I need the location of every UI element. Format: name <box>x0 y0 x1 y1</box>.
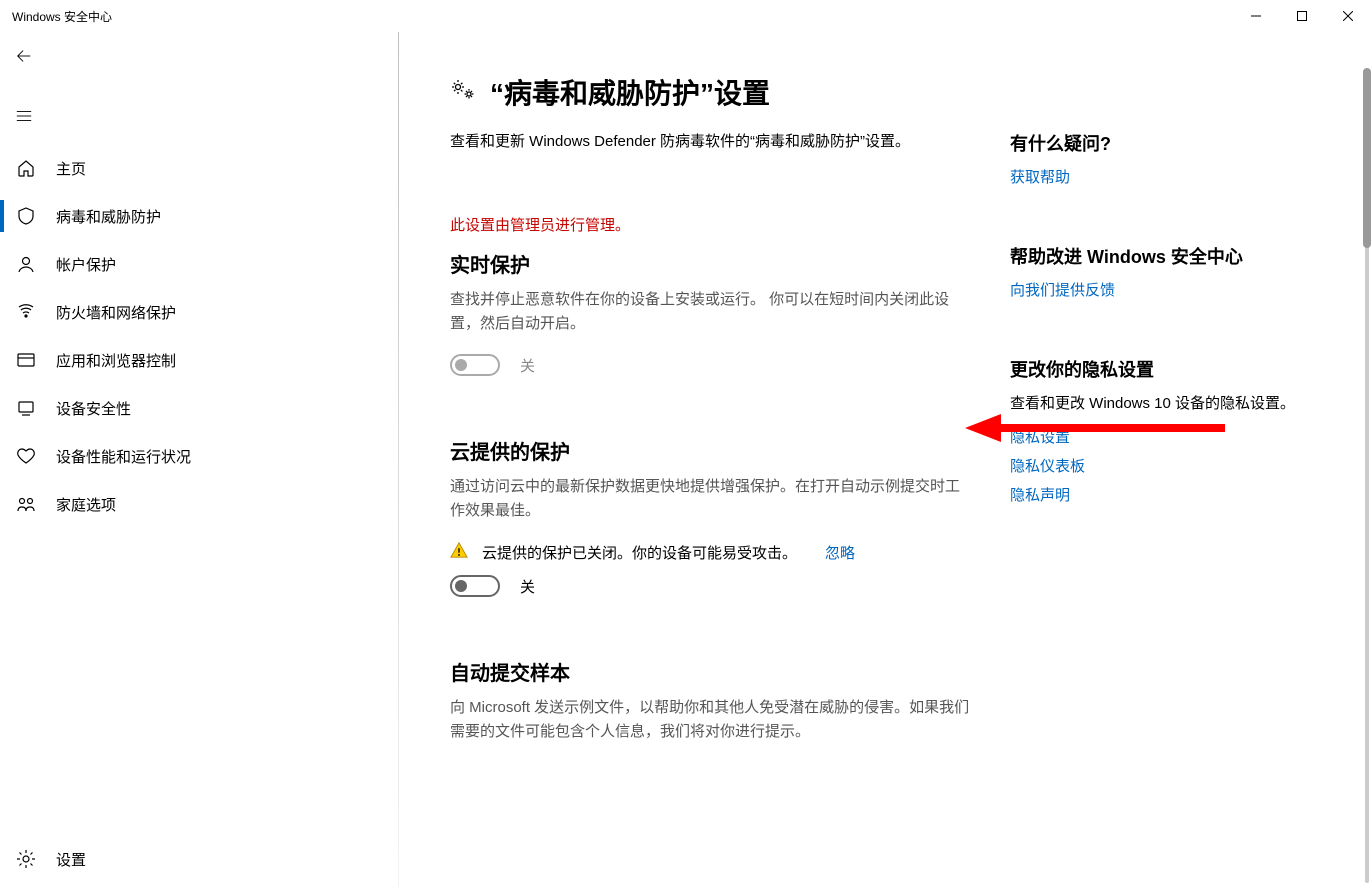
sidebar: 主页 病毒和威胁防护 帐户保护 防火墙和网络保护 应用和浏览器控制 设备安全性 <box>0 32 400 887</box>
page-subtitle: 查看和更新 Windows Defender 防病毒软件的“病毒和威胁防护”设置… <box>450 130 970 154</box>
hamburger-button[interactable] <box>0 92 48 140</box>
family-icon <box>14 494 38 514</box>
maximize-button[interactable] <box>1279 0 1325 32</box>
sidebar-item-virus[interactable]: 病毒和威胁防护 <box>0 192 399 240</box>
sample-title: 自动提交样本 <box>450 657 970 686</box>
sidebar-item-health[interactable]: 设备性能和运行状况 <box>0 432 399 480</box>
realtime-title: 实时保护 <box>450 249 970 278</box>
close-button[interactable] <box>1325 0 1371 32</box>
heart-icon <box>14 446 38 466</box>
sample-desc: 向 Microsoft 发送示例文件，以帮助你和其他人免受潜在威胁的侵害。如果我… <box>450 696 970 744</box>
sidebar-item-label: 防火墙和网络保护 <box>56 302 176 323</box>
admin-managed-note: 此设置由管理员进行管理。 <box>450 214 970 235</box>
sidebar-item-label: 家庭选项 <box>56 494 116 515</box>
sidebar-item-label: 应用和浏览器控制 <box>56 350 176 371</box>
window-title: Windows 安全中心 <box>12 8 112 25</box>
shield-icon <box>14 206 38 226</box>
scrollbar[interactable] <box>1365 68 1369 883</box>
home-icon <box>14 158 38 178</box>
cloud-toggle-label: 关 <box>520 576 535 597</box>
privacy-dashboard-link[interactable]: 隐私仪表板 <box>1010 455 1310 476</box>
sidebar-item-appbrowser[interactable]: 应用和浏览器控制 <box>0 336 399 384</box>
realtime-toggle-label: 关 <box>520 355 535 376</box>
privacy-desc: 查看和更改 Windows 10 设备的隐私设置。 <box>1010 392 1310 416</box>
sidebar-item-label: 病毒和威胁防护 <box>56 206 161 227</box>
get-help-link[interactable]: 获取帮助 <box>1010 166 1310 187</box>
minimize-button[interactable] <box>1233 0 1279 32</box>
cloud-dismiss-link[interactable]: 忽略 <box>825 542 855 563</box>
sidebar-item-label: 设置 <box>56 849 86 870</box>
cloud-toggle[interactable] <box>450 575 500 597</box>
sidebar-item-settings[interactable]: 设置 <box>0 835 399 883</box>
user-icon <box>14 254 38 274</box>
wifi-icon <box>14 302 38 322</box>
sidebar-item-account[interactable]: 帐户保护 <box>0 240 399 288</box>
sidebar-item-family[interactable]: 家庭选项 <box>0 480 399 528</box>
window-controls <box>1233 0 1371 32</box>
settings-gears-icon <box>450 78 478 107</box>
sidebar-item-label: 帐户保护 <box>56 254 116 275</box>
sidebar-item-label: 主页 <box>56 158 86 179</box>
cloud-title: 云提供的保护 <box>450 436 970 465</box>
page-title: “病毒和威胁防护”设置 <box>490 72 770 112</box>
realtime-toggle[interactable] <box>450 354 500 376</box>
sidebar-item-firewall[interactable]: 防火墙和网络保护 <box>0 288 399 336</box>
gear-icon <box>14 849 38 869</box>
privacy-title: 更改你的隐私设置 <box>1010 356 1310 382</box>
cloud-warning-text: 云提供的保护已关闭。你的设备可能易受攻击。 <box>482 542 797 563</box>
sidebar-item-device[interactable]: 设备安全性 <box>0 384 399 432</box>
feedback-link[interactable]: 向我们提供反馈 <box>1010 279 1310 300</box>
warning-icon <box>450 541 468 563</box>
sidebar-item-label: 设备安全性 <box>56 398 131 419</box>
privacy-settings-link[interactable]: 隐私设置 <box>1010 426 1310 447</box>
browser-icon <box>14 350 38 370</box>
device-icon <box>14 398 38 418</box>
back-button[interactable] <box>0 32 48 80</box>
sidebar-item-home[interactable]: 主页 <box>0 144 399 192</box>
privacy-statement-link[interactable]: 隐私声明 <box>1010 484 1310 505</box>
sidebar-item-label: 设备性能和运行状况 <box>56 446 191 467</box>
cloud-desc: 通过访问云中的最新保护数据更快地提供增强保护。在打开自动示例提交时工作效果最佳。 <box>450 475 970 523</box>
realtime-desc: 查找并停止恶意软件在你的设备上安装或运行。 你可以在短时间内关闭此设置，然后自动… <box>450 288 970 336</box>
improve-title: 帮助改进 Windows 安全中心 <box>1010 243 1310 269</box>
faq-title: 有什么疑问? <box>1010 130 1310 156</box>
